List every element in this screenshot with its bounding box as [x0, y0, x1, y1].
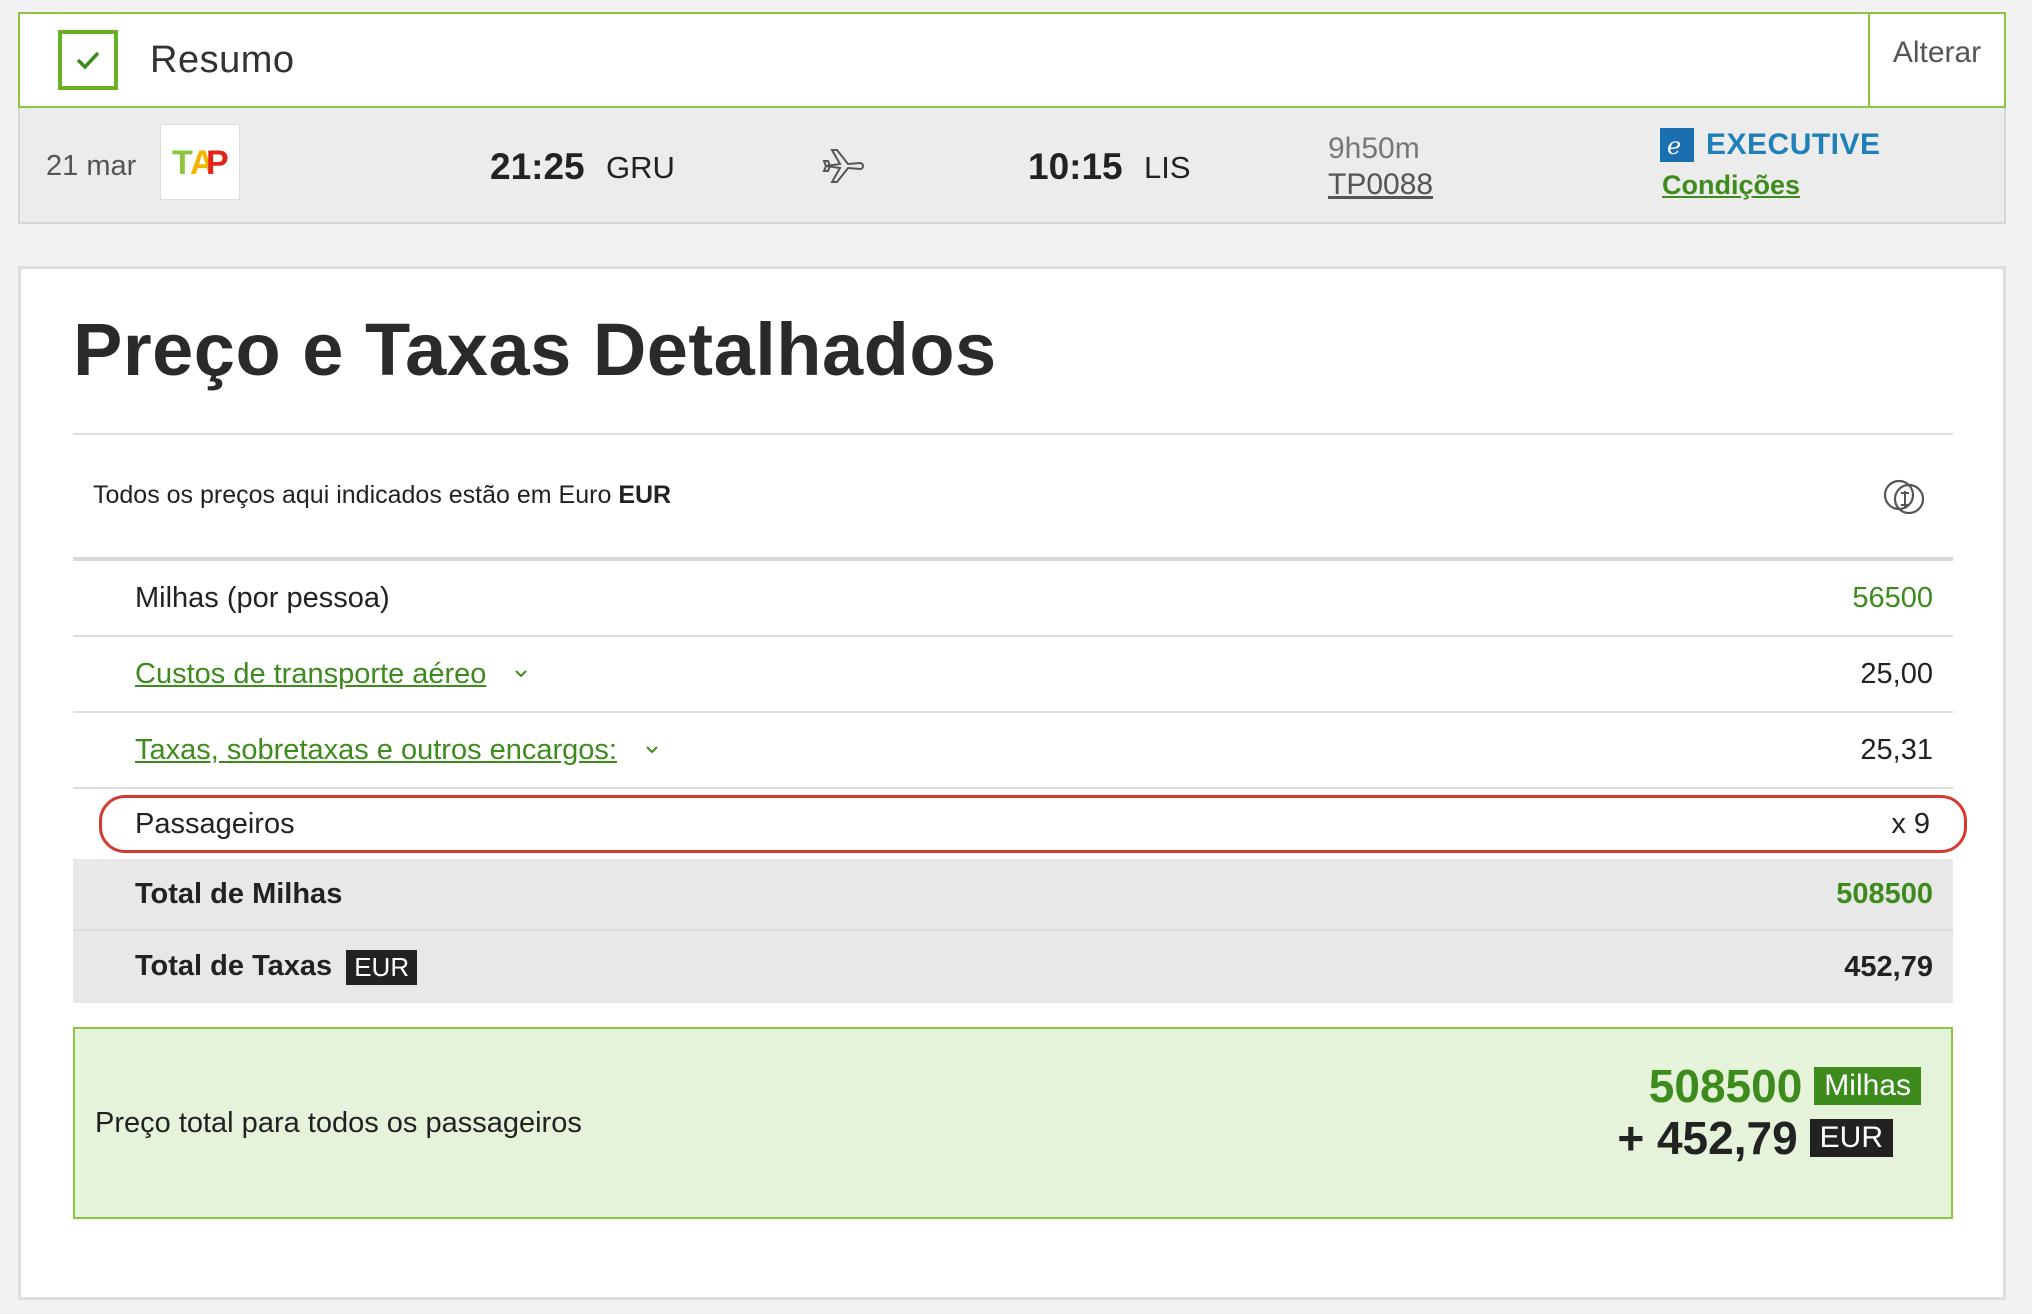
row-value: 56500: [1852, 581, 1933, 614]
total-eur-amount: + 452,79: [1617, 1112, 1798, 1164]
row-value: 25,00: [1860, 657, 1933, 690]
conditions-link[interactable]: Condições: [1662, 170, 1800, 201]
flight-number-link[interactable]: TP0088: [1328, 168, 1433, 202]
eur-badge: EUR: [1809, 1119, 1893, 1157]
total-miles-value: 508500: [1836, 877, 1933, 910]
change-button[interactable]: Alterar: [1868, 14, 2004, 106]
total-eur-summary: + 452,79 EUR: [1617, 1111, 1893, 1165]
miles-badge: Milhas: [1814, 1067, 1921, 1105]
flight-segment: 21 mar T A P 21:25 GRU 10:15 LIS 9h50m T…: [18, 108, 2006, 224]
total-miles-label: Total de Milhas: [135, 877, 343, 910]
row-label: Taxas, sobretaxas e outros encargos:: [135, 733, 617, 766]
total-taxes-label: Total de Taxas: [135, 949, 333, 982]
divider: [73, 433, 1953, 435]
summary-title: Resumo: [150, 38, 295, 81]
plane-icon: [822, 149, 864, 183]
table-row-air-transport-costs: Custos de transporte aéreo 25,00: [73, 637, 1953, 713]
svg-text:P: P: [206, 144, 229, 182]
currency-note-text: Todos os preços aqui indicados estão em …: [93, 481, 612, 509]
currency-exchange-icon[interactable]: [1877, 471, 1929, 523]
cabin-name: EXECUTIVE: [1706, 128, 1881, 161]
departure-time: 21:25: [490, 146, 585, 187]
table-row-passengers: Passageiros x 9: [99, 795, 1967, 853]
check-icon: [58, 30, 118, 90]
price-breakdown-table: Milhas (por pessoa) 56500 Custos de tran…: [73, 561, 1967, 1003]
chevron-down-icon: [646, 746, 658, 754]
arrival-airport: LIS: [1144, 150, 1191, 185]
total-price-label: Preço total para todos os passageiros: [95, 1107, 582, 1139]
row-value: 25,31: [1860, 733, 1933, 766]
airline-logo: T A P: [160, 124, 240, 200]
total-taxes-value: 452,79: [1844, 950, 1933, 983]
flight-date: 21 mar: [46, 150, 137, 182]
table-row-taxes-surcharges: Taxas, sobretaxas e outros encargos: 25,…: [73, 713, 1953, 789]
arrival-time: 10:15: [1028, 146, 1123, 187]
page-title: Preço e Taxas Detalhados: [73, 308, 997, 391]
currency-note-code: EUR: [618, 481, 672, 509]
currency-badge: EUR: [346, 949, 418, 985]
currency-note: Todos os preços aqui indicados estão em …: [93, 481, 671, 510]
taxes-surcharges-toggle[interactable]: Taxas, sobretaxas e outros encargos:: [135, 734, 661, 767]
executive-e-icon: e: [1660, 128, 1694, 162]
row-label: Milhas (por pessoa): [135, 581, 390, 614]
total-taxes-label-group: Total de Taxas EUR: [135, 949, 418, 985]
total-miles-summary: 508500 Milhas: [1649, 1059, 1921, 1113]
table-row-total-miles: Total de Milhas 508500: [73, 859, 1953, 931]
passenger-count: x 9: [1891, 807, 1930, 840]
table-row-total-taxes: Total de Taxas EUR 452,79: [73, 931, 1953, 1003]
row-label: Passageiros: [135, 807, 295, 840]
total-miles-amount: 508500: [1648, 1060, 1803, 1112]
svg-text:e: e: [1667, 132, 1681, 158]
price-details-card: Preço e Taxas Detalhados Todos os preços…: [18, 266, 2006, 1300]
departure-airport: GRU: [606, 150, 675, 185]
cabin-class: e EXECUTIVE: [1660, 128, 1881, 162]
total-price-box: Preço total para todos os passageiros 50…: [73, 1027, 1953, 1219]
summary-header: Resumo Alterar: [18, 12, 2006, 108]
chevron-down-icon: [515, 670, 528, 678]
table-row-miles-per-person: Milhas (por pessoa) 56500: [73, 561, 1953, 637]
row-label: Custos de transporte aéreo: [135, 657, 487, 690]
flight-duration: 9h50m: [1328, 132, 1420, 165]
air-transport-costs-toggle[interactable]: Custos de transporte aéreo: [135, 658, 530, 691]
